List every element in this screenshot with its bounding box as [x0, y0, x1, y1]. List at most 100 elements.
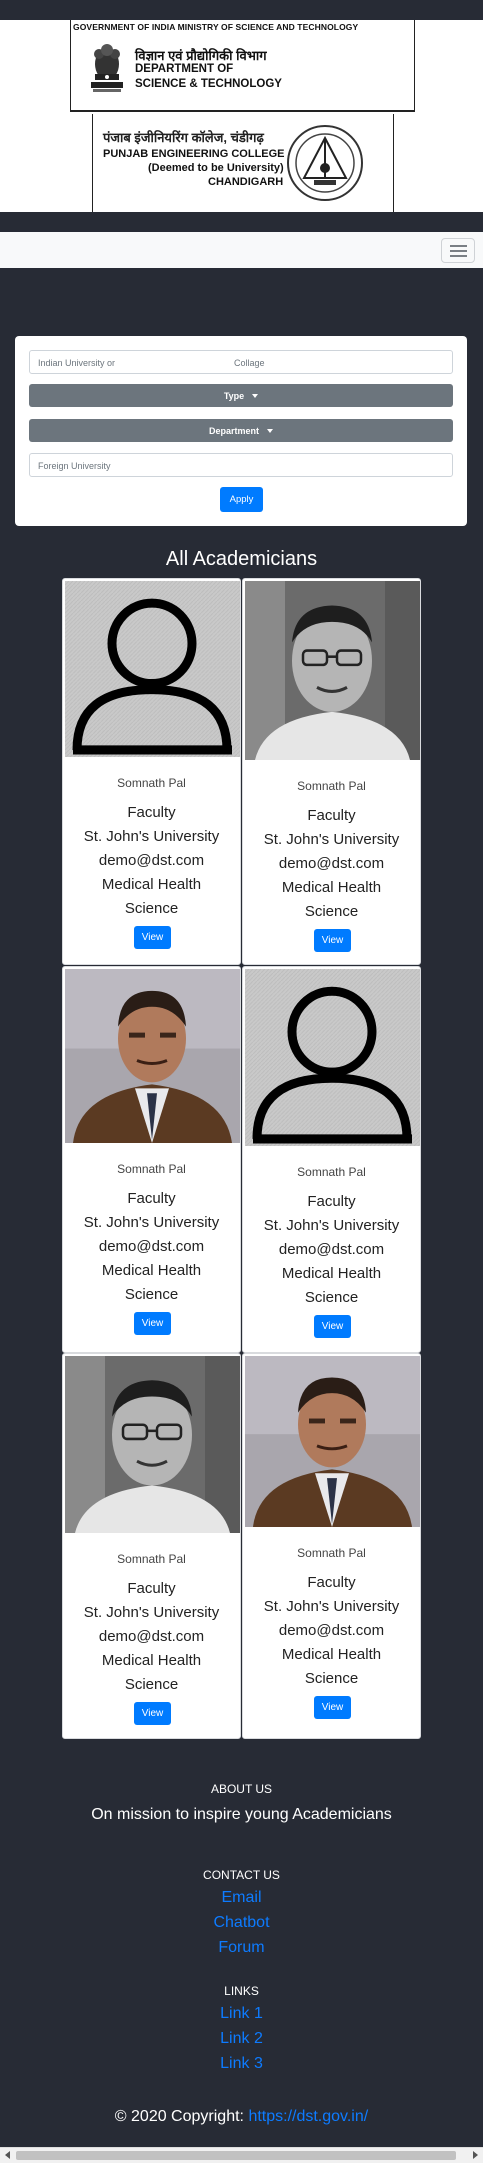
academician-role: Faculty [127, 1190, 176, 1207]
contact-link-chatbot[interactable]: Chatbot [0, 1914, 483, 1932]
caret-down-icon [267, 428, 273, 433]
filter-card: Indian University or Collage Type Depart… [15, 336, 467, 526]
header-logo-band: GOVERNMENT OF INDIA MINISTRY OF SCIENCE … [0, 0, 483, 212]
academician-name: Somnath Pal [297, 1546, 366, 1560]
dst-logo: GOVERNMENT OF INDIA MINISTRY OF SCIENCE … [70, 20, 415, 112]
dst-english-name-1: DEPARTMENT OF [135, 63, 234, 75]
scroll-right-arrow-icon[interactable] [473, 2151, 478, 2159]
academician-card: Somnath Pal Faculty St. John's University d… [242, 966, 421, 1353]
academician-photo [245, 969, 420, 1146]
horizontal-scrollbar[interactable] [0, 2147, 483, 2163]
copyright-text: © 2020 Copyright: [114, 2108, 244, 2125]
contact-link-email[interactable]: Email [0, 1889, 483, 1907]
academician-photo [65, 969, 240, 1143]
apply-button[interactable]: Apply [220, 487, 263, 512]
academician-department-1: Medical Health [281, 879, 382, 896]
view-profile-button[interactable]: View [314, 929, 351, 952]
view-profile-button[interactable]: View [134, 1702, 171, 1725]
pec-hindi-name: पंजाब इंजीनियरिंग कॉलेज, चंडीगढ़ [103, 130, 264, 145]
academician-card: Somnath Pal Faculty St. John's University d… [242, 578, 421, 965]
footer-link-1[interactable]: Link 1 [0, 2005, 483, 2023]
academicians-title: All Academicians [165, 548, 318, 570]
hamburger-icon [449, 249, 467, 252]
foreign-university-placeholder: Foreign University [38, 461, 111, 471]
caret-down-icon [252, 393, 259, 398]
view-profile-button[interactable]: View [134, 926, 171, 949]
academician-name: Somnath Pal [117, 1162, 186, 1176]
pec-name-line-2: (Deemed to be University) [148, 162, 284, 174]
copyright: © 2020 Copyright: https://dst.gov.in/ [0, 2108, 483, 2126]
academician-department-2: Science [304, 1670, 359, 1687]
academician-email: demo@dst.com [278, 855, 385, 872]
academician-department-1: Medical Health [101, 1652, 202, 1669]
academician-card: Somnath Pal Faculty St. John's University d… [62, 1353, 241, 1739]
department-dropdown-button[interactable]: Department [29, 419, 453, 442]
indian-university-placeholder: Indian University or [38, 358, 116, 368]
academician-name: Somnath Pal [117, 1552, 186, 1566]
academician-role: Faculty [127, 1580, 176, 1597]
academician-card: Somnath Pal Faculty St. John's University d… [62, 578, 241, 965]
academician-department-2: Science [304, 1289, 359, 1306]
academician-email: demo@dst.com [98, 852, 205, 869]
type-dropdown-label: Type [223, 390, 245, 401]
view-profile-button[interactable]: View [134, 1312, 171, 1335]
academician-department-1: Medical Health [281, 1265, 382, 1282]
navbar [0, 232, 483, 268]
academician-role: Faculty [127, 804, 176, 821]
type-dropdown-button[interactable]: Type [29, 384, 453, 407]
view-profile-button[interactable]: View [314, 1315, 351, 1338]
academician-details: Faculty St. John's University demo@dst.com… [63, 801, 240, 921]
pec-name-line-1: PUNJAB ENGINEERING COLLEGE [103, 148, 285, 160]
contact-us-heading: CONTACT US [203, 1868, 280, 1882]
academician-role: Faculty [307, 1193, 356, 1210]
foreign-university-input[interactable]: Foreign University [29, 453, 453, 477]
navbar-toggler-button[interactable] [441, 238, 475, 263]
footer-link-2[interactable]: Link 2 [0, 2030, 483, 2048]
academician-department-2: Science [124, 900, 179, 917]
academician-details: Faculty St. John's University demo@dst.com… [63, 1577, 240, 1697]
academician-department-2: Science [124, 1676, 179, 1693]
academician-department-1: Medical Health [101, 1262, 202, 1279]
academician-email: demo@dst.com [278, 1622, 385, 1639]
pec-name-line-3: CHANDIGARH [208, 176, 284, 188]
dst-english-name-2: SCIENCE & TECHNOLOGY [135, 78, 282, 90]
academician-university: St. John's University [263, 1598, 400, 1615]
dst-hindi-name: विज्ञान एवं प्रौद्योगिकी विभाग [135, 48, 267, 63]
academician-department-1: Medical Health [281, 1646, 382, 1663]
view-profile-button[interactable]: View [314, 1696, 351, 1719]
academician-name: Somnath Pal [297, 1165, 366, 1179]
copyright-link[interactable]: https://dst.gov.in/ [248, 2108, 368, 2125]
pec-logo: पंजाब इंजीनियरिंग कॉलेज, चंडीगढ़ PUNJAB … [92, 114, 394, 212]
links-heading: LINKS [224, 1984, 259, 1998]
national-emblem-icon [91, 44, 123, 92]
academician-university: St. John's University [83, 1604, 220, 1621]
academician-details: Faculty St. John's University demo@dst.com… [63, 1187, 240, 1307]
academician-department-1: Medical Health [101, 876, 202, 893]
academician-university: St. John's University [83, 828, 220, 845]
college-placeholder: Collage [234, 358, 265, 368]
academician-name: Somnath Pal [117, 776, 186, 790]
hamburger-icon [449, 244, 467, 247]
about-us-text: On mission to inspire young Academicians [91, 1806, 392, 1823]
top-strip [0, 0, 483, 20]
academician-email: demo@dst.com [98, 1238, 205, 1255]
academician-university: St. John's University [83, 1214, 220, 1231]
academician-department-2: Science [304, 903, 359, 920]
academician-photo [245, 1356, 420, 1527]
contact-link-forum[interactable]: Forum [0, 1939, 483, 1957]
department-dropdown-label: Department [208, 425, 259, 436]
dst-government-line: GOVERNMENT OF INDIA MINISTRY OF SCIENCE … [73, 22, 359, 32]
scrollbar-thumb[interactable] [16, 2151, 456, 2160]
academician-email: demo@dst.com [98, 1628, 205, 1645]
academician-role: Faculty [307, 807, 356, 824]
academician-email: demo@dst.com [278, 1241, 385, 1258]
footer-link-3[interactable]: Link 3 [0, 2055, 483, 2073]
academician-role: Faculty [307, 1574, 356, 1591]
scroll-left-arrow-icon[interactable] [5, 2151, 10, 2159]
indian-university-input[interactable]: Indian University or Collage [29, 350, 453, 374]
hamburger-icon [449, 254, 467, 257]
academician-card: Somnath Pal Faculty St. John's University d… [242, 1353, 421, 1739]
academician-photo [245, 581, 420, 760]
academician-university: St. John's University [263, 831, 400, 848]
pec-seal-icon [287, 125, 363, 201]
